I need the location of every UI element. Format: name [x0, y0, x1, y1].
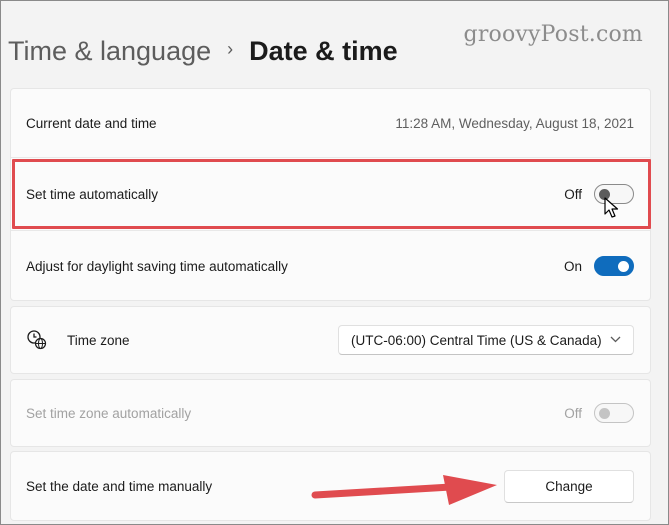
time-zone-selected-value: (UTC-06:00) Central Time (US & Canada) — [351, 332, 602, 348]
chevron-down-icon — [610, 334, 621, 346]
daylight-saving-label: Adjust for daylight saving time automati… — [26, 258, 288, 274]
time-zone-card: Time zone (UTC-06:00) Central Time (US &… — [10, 306, 651, 374]
time-zone-auto-card: Set time zone automatically Off — [10, 379, 651, 447]
set-time-zone-automatically-label: Set time zone automatically — [26, 405, 192, 421]
set-time-zone-automatically-state: Off — [564, 405, 582, 421]
time-zone-row: Time zone (UTC-06:00) Central Time (US &… — [11, 307, 650, 373]
red-arrow-annotation — [311, 473, 501, 518]
watermark: groovyPost.com — [463, 22, 643, 47]
toggle-knob — [599, 408, 610, 419]
clock-globe-icon — [26, 329, 48, 351]
current-date-time-label: Current date and time — [26, 115, 157, 131]
current-date-time-value: 11:28 AM, Wednesday, August 18, 2021 — [395, 115, 634, 131]
change-button[interactable]: Change — [504, 469, 634, 503]
highlight-annotation-box — [12, 159, 651, 229]
set-time-zone-automatically-toggle — [594, 403, 634, 423]
daylight-saving-state: On — [563, 258, 582, 274]
daylight-saving-row: Adjust for daylight saving time automati… — [11, 231, 650, 301]
time-zone-label: Time zone — [67, 332, 130, 348]
breadcrumb-time-language[interactable]: Time & language — [8, 36, 211, 67]
mouse-cursor-icon — [604, 197, 620, 224]
set-time-zone-automatically-row: Set time zone automatically Off — [11, 380, 650, 446]
current-date-time-row: Current date and time 11:28 AM, Wednesda… — [11, 89, 650, 157]
breadcrumb-chevron-icon: › — [227, 38, 234, 59]
daylight-saving-toggle[interactable] — [594, 256, 634, 276]
page-title: Date & time — [249, 35, 398, 66]
time-zone-dropdown[interactable]: (UTC-06:00) Central Time (US & Canada) — [338, 325, 634, 355]
toggle-knob — [618, 261, 629, 272]
breadcrumb: Time & language › Date & time — [8, 29, 398, 73]
